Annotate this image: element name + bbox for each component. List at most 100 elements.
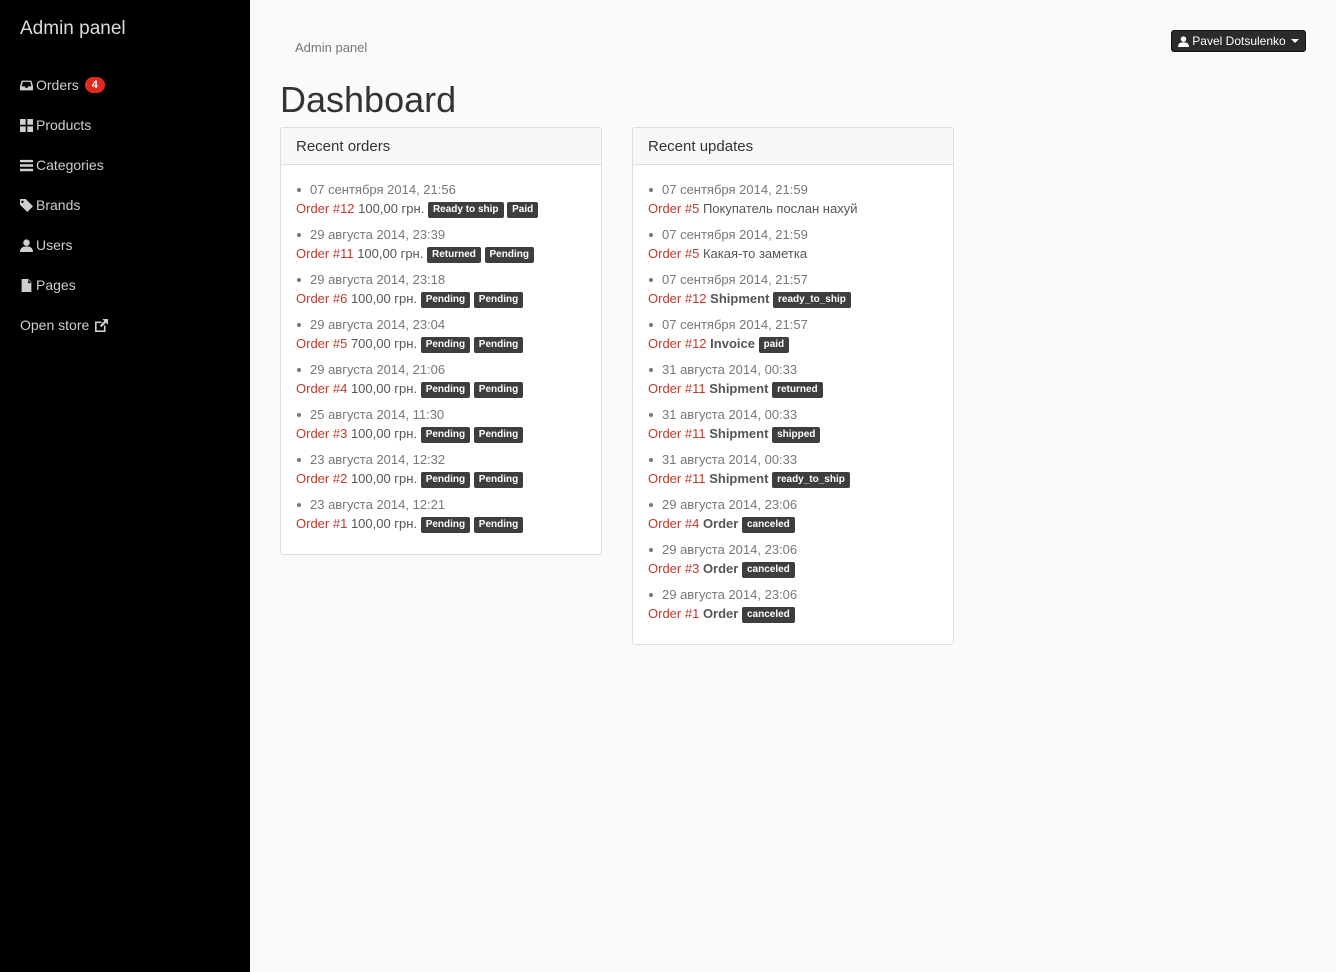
list-item: 07 сентября 2014, 21:57 Order #12 Shipmen… xyxy=(648,271,938,316)
sidebar-item-label: Orders xyxy=(36,77,79,93)
order-date: 29 августа 2014, 23:39 xyxy=(296,226,586,244)
list-item: 25 августа 2014, 11:30 Order #3 100,00 гр… xyxy=(296,406,586,451)
order-date: 25 августа 2014, 11:30 xyxy=(296,406,586,424)
inbox-icon xyxy=(20,80,33,90)
user-menu-button[interactable]: Pavel Dotsulenko xyxy=(1171,30,1306,52)
open-store-link[interactable]: Open store xyxy=(20,315,109,335)
update-kind: Shipment xyxy=(709,471,769,486)
breadcrumb: Admin panel xyxy=(295,40,368,55)
status-badge: Pending xyxy=(473,382,524,398)
order-link[interactable]: Order #12 xyxy=(648,291,707,306)
update-line: Order #1 Order canceled xyxy=(648,604,938,624)
recent-orders-panel: Recent orders 07 сентября 2014, 21:56 Ord… xyxy=(280,127,602,555)
status-badge: canceled xyxy=(741,562,795,578)
order-link[interactable]: Order #12 xyxy=(648,336,707,351)
user-name: Pavel Dotsulenko xyxy=(1192,34,1286,48)
tags-icon xyxy=(20,198,33,212)
order-date: 07 сентября 2014, 21:56 xyxy=(296,181,586,199)
external-link-icon xyxy=(95,318,109,332)
sidebar-item-orders[interactable]: Orders 4 xyxy=(20,75,105,95)
sidebar-item-pages[interactable]: Pages xyxy=(20,275,76,295)
order-link[interactable]: Order #1 xyxy=(648,606,699,621)
order-date: 29 августа 2014, 23:04 xyxy=(296,316,586,334)
sidebar-item-users[interactable]: Users xyxy=(20,235,73,255)
orders-count-badge: 4 xyxy=(84,77,105,93)
status-badge: shipped xyxy=(772,427,821,443)
file-icon xyxy=(21,278,32,292)
list-item: 29 августа 2014, 23:06 Order #3 Order can… xyxy=(648,541,938,586)
order-date: 23 августа 2014, 12:32 xyxy=(296,451,586,469)
list-item: 29 августа 2014, 23:06 Order #4 Order can… xyxy=(648,496,938,541)
order-link[interactable]: Order #3 xyxy=(648,561,699,576)
update-kind: Shipment xyxy=(709,381,769,396)
status-badge: canceled xyxy=(741,607,795,623)
list-item: 29 августа 2014, 23:06 Order #1 Order can… xyxy=(648,586,938,631)
order-line: Order #3 100,00 грн. Pending Pending xyxy=(296,424,586,444)
user-icon xyxy=(20,238,33,252)
order-link[interactable]: Order #4 xyxy=(296,381,347,396)
order-line: Order #12 100,00 грн. Ready to ship Paid xyxy=(296,199,586,219)
order-line: Order #2 100,00 грн. Pending Pending xyxy=(296,469,586,489)
update-line: Order #5 Покупатель послан нахуй xyxy=(648,199,938,219)
order-link[interactable]: Order #3 xyxy=(296,426,347,441)
brand-link[interactable]: Admin panel xyxy=(20,18,126,40)
order-amount: 100,00 грн. xyxy=(350,381,418,396)
update-date: 07 сентября 2014, 21:57 xyxy=(648,316,938,334)
status-badge: returned xyxy=(772,382,823,398)
list-icon xyxy=(20,159,33,171)
sidebar-item-label: Products xyxy=(36,117,92,133)
recent-updates-list: 07 сентября 2014, 21:59 Order #5 Покупате… xyxy=(648,181,938,631)
order-link[interactable]: Order #2 xyxy=(296,471,347,486)
order-link[interactable]: Order #12 xyxy=(296,201,355,216)
update-date: 31 августа 2014, 00:33 xyxy=(648,451,938,469)
status-badge: Ready to ship xyxy=(427,202,504,218)
sidebar-item-products[interactable]: Products xyxy=(20,115,91,135)
list-item: 23 августа 2014, 12:21 Order #1 100,00 гр… xyxy=(296,496,586,541)
order-line: Order #6 100,00 грн. Pending Pending xyxy=(296,289,586,309)
sidebar-item-categories[interactable]: Categories xyxy=(20,155,104,175)
order-link[interactable]: Order #5 xyxy=(296,336,347,351)
sidebar-item-label: Brands xyxy=(36,197,81,213)
update-line: Order #11 Shipment returned xyxy=(648,379,938,399)
update-line: Order #3 Order canceled xyxy=(648,559,938,579)
update-kind: Order xyxy=(702,516,739,531)
order-amount: 100,00 грн. xyxy=(350,516,418,531)
order-link[interactable]: Order #6 xyxy=(296,291,347,306)
order-line: Order #11 100,00 грн. Returned Pending xyxy=(296,244,586,264)
update-line: Order #12 Invoice paid xyxy=(648,334,938,354)
order-amount: 100,00 грн. xyxy=(350,291,418,306)
order-date: 29 августа 2014, 21:06 xyxy=(296,361,586,379)
order-link[interactable]: Order #11 xyxy=(648,426,706,441)
panel-title: Recent updates xyxy=(633,128,953,165)
update-kind: Shipment xyxy=(710,291,770,306)
th-large-icon xyxy=(20,118,33,132)
list-item: 29 августа 2014, 23:04 Order #5 700,00 гр… xyxy=(296,316,586,361)
update-line: Order #11 Shipment ready_to_ship xyxy=(648,469,938,489)
update-line: Order #4 Order canceled xyxy=(648,514,938,534)
update-date: 07 сентября 2014, 21:59 xyxy=(648,226,938,244)
order-link[interactable]: Order #11 xyxy=(296,246,354,261)
update-date: 29 августа 2014, 23:06 xyxy=(648,586,938,604)
recent-updates-panel: Recent updates 07 сентября 2014, 21:59 Or… xyxy=(632,127,954,645)
status-badge: Pending xyxy=(473,427,524,443)
user-icon xyxy=(1178,35,1190,47)
order-link[interactable]: Order #5 xyxy=(648,201,699,216)
order-link[interactable]: Order #1 xyxy=(296,516,347,531)
update-line: Order #12 Shipment ready_to_ship xyxy=(648,289,938,309)
order-link[interactable]: Order #5 xyxy=(648,246,699,261)
order-line: Order #5 700,00 грн. Pending Pending xyxy=(296,334,586,354)
list-item: 31 августа 2014, 00:33 Order #11 Shipment… xyxy=(648,451,938,496)
sidebar-item-brands[interactable]: Brands xyxy=(20,195,80,215)
order-link[interactable]: Order #11 xyxy=(648,381,706,396)
status-badge: Pending xyxy=(420,337,471,353)
update-line: Order #11 Shipment shipped xyxy=(648,424,938,444)
order-link[interactable]: Order #11 xyxy=(648,471,706,486)
list-item: 07 сентября 2014, 21:57 Order #12 Invoice… xyxy=(648,316,938,361)
update-kind: Shipment xyxy=(709,426,769,441)
sidebar-nav: Orders 4 Products Categories Brands User… xyxy=(20,75,109,355)
sidebar-item-label: Categories xyxy=(36,157,104,173)
order-link[interactable]: Order #4 xyxy=(648,516,699,531)
list-item: 29 августа 2014, 21:06 Order #4 100,00 гр… xyxy=(296,361,586,406)
update-kind: Order xyxy=(702,561,739,576)
update-date: 29 августа 2014, 23:06 xyxy=(648,496,938,514)
